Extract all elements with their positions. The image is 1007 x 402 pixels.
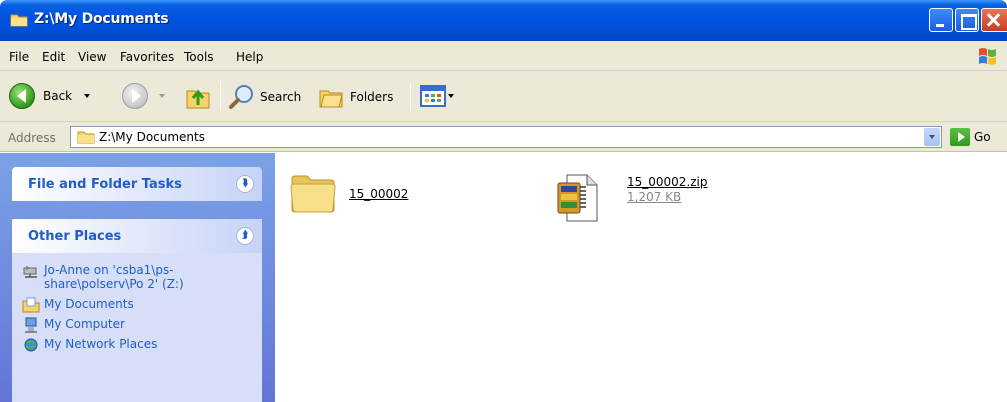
file-folder-tasks-panel: File and Folder Tasks ⮯ bbox=[12, 167, 262, 201]
menu-edit[interactable]: Edit bbox=[42, 50, 65, 64]
folders-label: Folders bbox=[350, 90, 394, 104]
views-button[interactable] bbox=[420, 84, 454, 108]
toolbar-separator bbox=[410, 83, 411, 111]
address-value: Z:\My Documents bbox=[99, 130, 205, 144]
folders-button[interactable]: Folders bbox=[318, 83, 393, 111]
task-pane: File and Folder Tasks ⮯ Other Places ⮭ J… bbox=[0, 153, 275, 402]
menu-bar: File Edit View Favorites Tools Help bbox=[0, 41, 1007, 71]
file-item-zip[interactable]: 15_00002.zip 1,207 KB bbox=[557, 173, 708, 223]
file-name: 15_00002 bbox=[349, 187, 409, 201]
address-label: Address bbox=[8, 131, 56, 145]
go-button[interactable]: Go bbox=[950, 128, 991, 146]
folder-icon bbox=[290, 175, 336, 213]
search-button[interactable]: Search bbox=[228, 83, 301, 111]
search-icon bbox=[229, 85, 253, 109]
windows-logo-icon bbox=[979, 48, 996, 65]
menu-view[interactable]: View bbox=[78, 50, 106, 64]
back-label: Back bbox=[43, 89, 73, 103]
go-label: Go bbox=[974, 130, 991, 144]
panel-title: Other Places bbox=[28, 228, 122, 244]
file-name: 15_00002.zip bbox=[627, 175, 708, 189]
forward-button[interactable] bbox=[122, 83, 165, 109]
folder-icon bbox=[10, 14, 28, 27]
collapse-chevron-icon[interactable]: ⮭ bbox=[236, 227, 254, 245]
file-size: 1,207 KB bbox=[627, 190, 682, 204]
my-computer-icon bbox=[25, 317, 37, 333]
back-arrow-icon bbox=[9, 83, 35, 109]
menu-file[interactable]: File bbox=[9, 50, 29, 64]
place-label: My Documents bbox=[44, 297, 134, 311]
place-my-computer[interactable]: My Computer bbox=[24, 317, 252, 333]
file-item-folder[interactable]: 15_00002 bbox=[289, 171, 408, 215]
chevron-down-icon[interactable] bbox=[159, 94, 165, 98]
menu-help[interactable]: Help bbox=[236, 50, 263, 64]
minimize-button[interactable] bbox=[929, 8, 953, 32]
address-dropdown-button[interactable] bbox=[924, 128, 940, 146]
menu-tools[interactable]: Tools bbox=[184, 50, 214, 64]
panel-title: File and Folder Tasks bbox=[28, 176, 182, 192]
forward-arrow-icon bbox=[122, 83, 148, 109]
views-icon bbox=[420, 85, 446, 107]
other-places-panel: Other Places ⮭ Jo-Anne on 'csba1\ps-shar… bbox=[12, 219, 262, 402]
place-label: Jo-Anne on 'csba1\ps-share\polserv\Po 2'… bbox=[44, 263, 184, 291]
place-label: My Network Places bbox=[44, 337, 158, 351]
zip-file-icon bbox=[557, 174, 598, 222]
window-title: Z:\My Documents bbox=[34, 11, 169, 27]
title-bar[interactable]: Z:\My Documents bbox=[0, 0, 1007, 41]
close-button[interactable] bbox=[981, 8, 1007, 32]
chevron-down-icon[interactable] bbox=[448, 94, 454, 98]
maximize-button[interactable] bbox=[955, 8, 979, 32]
folders-icon bbox=[319, 90, 343, 108]
search-label: Search bbox=[260, 90, 302, 104]
chevron-down-icon bbox=[929, 135, 935, 139]
standard-toolbar: Back Search Folders bbox=[0, 71, 1007, 122]
place-my-network-places[interactable]: My Network Places bbox=[24, 337, 252, 352]
place-my-documents[interactable]: My Documents bbox=[22, 297, 252, 313]
network-places-icon bbox=[24, 338, 38, 352]
expand-chevron-icon[interactable]: ⮯ bbox=[236, 175, 254, 193]
up-folder-icon bbox=[186, 89, 210, 109]
back-button[interactable]: Back bbox=[9, 83, 91, 109]
network-drive-icon bbox=[23, 266, 37, 278]
place-label: My Computer bbox=[44, 317, 125, 331]
chevron-down-icon[interactable] bbox=[84, 94, 91, 98]
up-folder-button[interactable] bbox=[184, 83, 212, 111]
my-documents-icon bbox=[22, 297, 40, 313]
file-folder-tasks-header[interactable]: File and Folder Tasks ⮯ bbox=[12, 167, 262, 201]
go-arrow-icon bbox=[950, 128, 970, 146]
address-bar: Address Z:\My Documents Go bbox=[0, 122, 1007, 152]
file-list-view[interactable]: 15_00002 15_00002.zip 1,207 KB bbox=[275, 153, 1007, 402]
menu-favorites[interactable]: Favorites bbox=[120, 50, 174, 64]
other-places-list: Jo-Anne on 'csba1\ps-share\polserv\Po 2'… bbox=[12, 253, 262, 365]
place-network-drive[interactable]: Jo-Anne on 'csba1\ps-share\polserv\Po 2'… bbox=[23, 263, 252, 291]
folder-icon bbox=[77, 131, 95, 144]
address-input[interactable]: Z:\My Documents bbox=[70, 126, 942, 148]
other-places-header[interactable]: Other Places ⮭ bbox=[12, 219, 262, 253]
toolbar-separator bbox=[220, 83, 221, 111]
